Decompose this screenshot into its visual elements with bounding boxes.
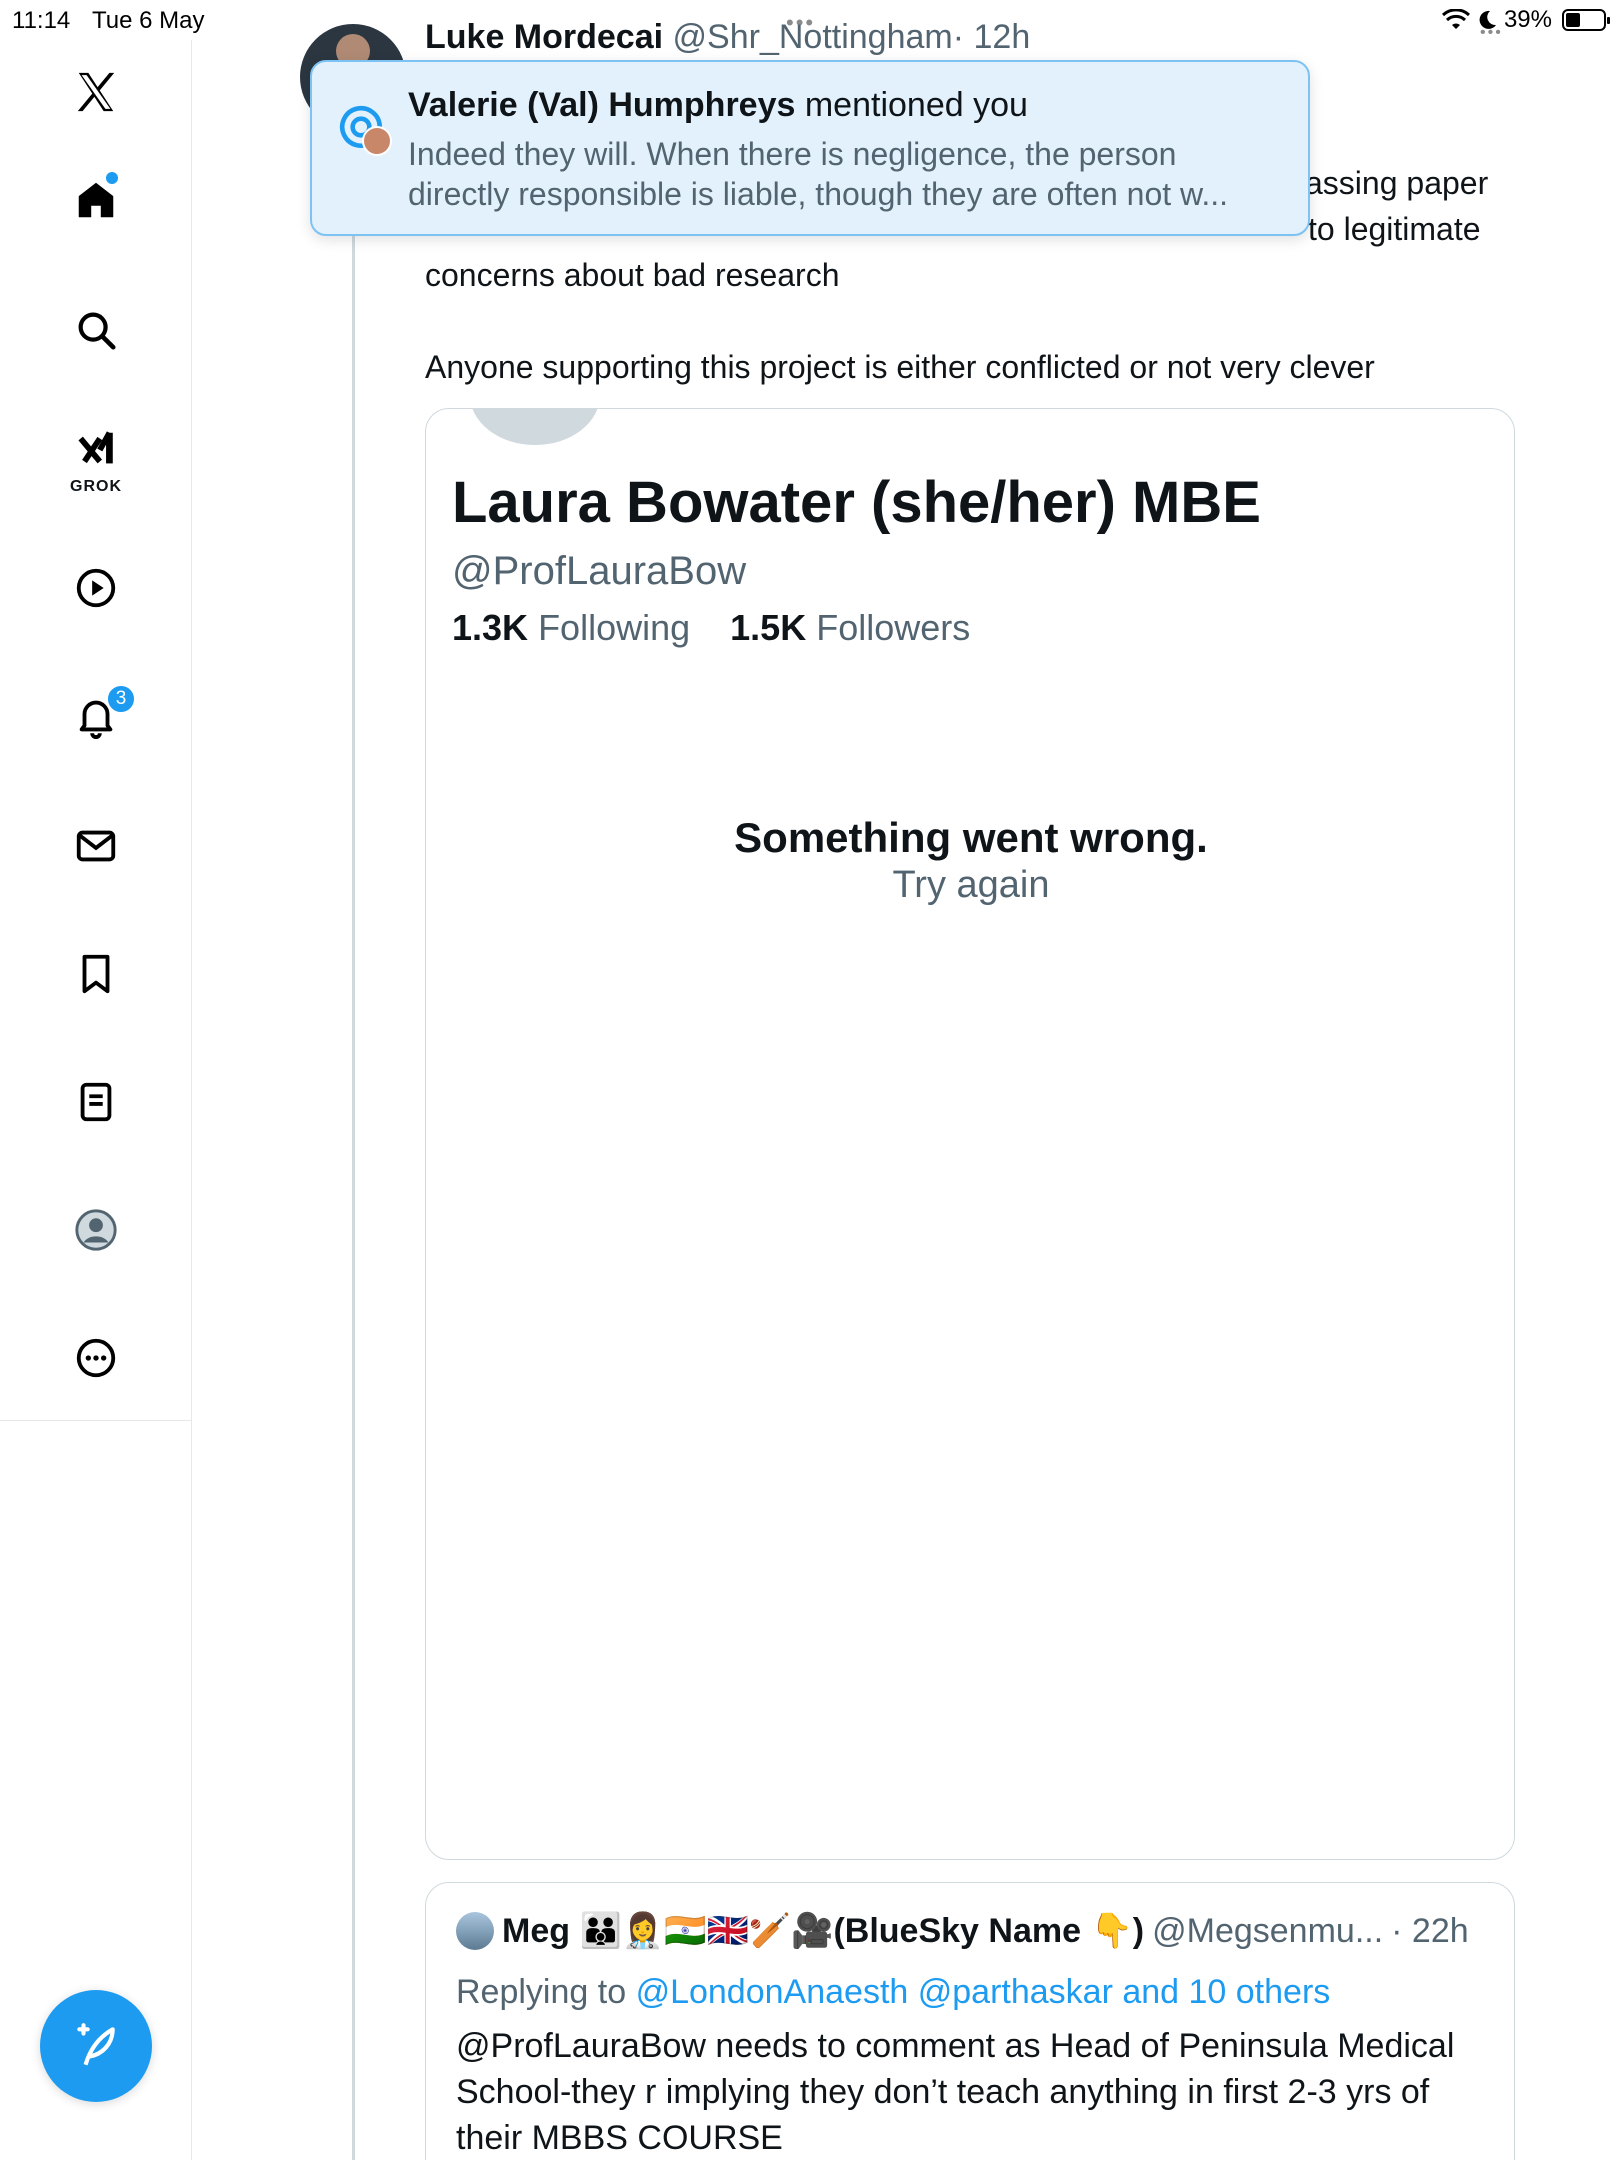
x-logo-icon[interactable] (66, 62, 126, 122)
reply-avatar[interactable] (456, 1912, 494, 1950)
tweet-header: Luke Mordecai @Shr_Nottingham· 12h (425, 18, 1030, 57)
battery-percent: 39% (1503, 6, 1552, 33)
notification-sender: Valerie (Val) Humphreys (408, 86, 796, 124)
status-time: 11:14 (12, 7, 71, 34)
messages-icon[interactable] (66, 816, 126, 876)
replying-to-label: Replying to (456, 1973, 627, 2011)
reply-author-handle[interactable]: @Megsenmu... (1152, 1912, 1383, 1951)
notification-action: mentioned you (804, 86, 1028, 124)
profile-stats: 1.3K Following 1.5K Followers (452, 607, 970, 649)
home-unread-dot (106, 172, 118, 184)
sidebar-divider (0, 1420, 192, 1421)
grok-icon[interactable] (66, 420, 126, 480)
following-label: Following (538, 607, 691, 648)
tweet-author-handle[interactable]: @Shr_Nottingham (673, 18, 953, 56)
replying-to-links[interactable]: @LondonAnaesth @parthaskar and 10 others (636, 1973, 1331, 2011)
profile-card[interactable]: Laura Bowater (she/her) MBE @ProfLauraBo… (425, 408, 1515, 1860)
notification-body: Indeed they will. When there is negligen… (408, 134, 1288, 214)
thread-line (352, 120, 355, 2160)
reply-text: @ProfLauraBow needs to comment as Head o… (456, 2027, 1455, 2157)
mention-notification-toast[interactable]: Valerie (Val) Humphreys mentioned you In… (310, 60, 1310, 236)
reply-card[interactable]: Meg 👪👩‍⚕️🇮🇳🇬🇧🏏🎥(BlueSky Name 👇) @Megsenm… (425, 1882, 1515, 2160)
profile-name: Laura Bowater (she/her) MBE (452, 470, 1261, 535)
notification-line2: directly responsible is liable, though t… (408, 176, 1229, 212)
followers-label: Followers (816, 607, 971, 648)
notification-sender-avatar (362, 126, 392, 156)
compose-icon (77, 2023, 115, 2066)
notification-title: Valerie (Val) Humphreys mentioned you (408, 86, 1028, 125)
reply-author-name[interactable]: Meg 👪👩‍⚕️🇮🇳🇬🇧🏏🎥(BlueSky Name 👇) (502, 1911, 1144, 1951)
following-stat[interactable]: 1.3K Following (452, 607, 690, 648)
tweet-text-line4: Anyone supporting this project is either… (425, 349, 1375, 385)
tweet-time[interactable]: · 12h (953, 18, 1031, 56)
video-icon[interactable] (66, 558, 126, 618)
tweet-text-line2: to legitimate (1308, 211, 1481, 247)
status-right: 39% (1441, 6, 1610, 34)
grok-label: GROK (70, 478, 122, 495)
notification-line1: Indeed they will. When there is negligen… (408, 136, 1177, 172)
try-again-button[interactable]: Try again (426, 864, 1514, 907)
profile-handle: @ProfLauraBow (452, 549, 747, 593)
error-title: Something went wrong. (734, 814, 1208, 861)
replying-to: Replying to @LondonAnaesth @parthaskar a… (456, 1973, 1330, 2012)
bookmarks-icon[interactable] (66, 944, 126, 1004)
reply-time[interactable]: · 22h (1391, 1912, 1469, 1951)
battery-icon (1562, 9, 1610, 31)
status-date: Tue 6 May (92, 7, 205, 34)
notifications-badge: 3 (106, 684, 136, 714)
wifi-icon (1441, 9, 1470, 29)
following-count: 1.3K (452, 607, 529, 648)
reply-header: Meg 👪👩‍⚕️🇮🇳🇬🇧🏏🎥(BlueSky Name 👇) @Megsenm… (456, 1911, 1469, 1951)
compose-button[interactable] (40, 1990, 152, 2102)
followers-stat[interactable]: 1.5K Followers (730, 607, 970, 648)
sidebar: GROK 3 (0, 40, 192, 2160)
tweet-author-name[interactable]: Luke Mordecai (425, 18, 663, 56)
more-icon[interactable] (66, 1328, 126, 1388)
profile-card-avatar (470, 409, 600, 445)
window-dots-icon[interactable]: ••• (1480, 24, 1503, 42)
tweet-text-line1: assing paper (1305, 165, 1489, 201)
profile-icon[interactable] (66, 1200, 126, 1260)
tweet-text-line3: concerns about bad research (425, 257, 840, 293)
lists-icon[interactable] (66, 1072, 126, 1132)
search-icon[interactable] (66, 300, 126, 360)
followers-count: 1.5K (730, 607, 807, 648)
